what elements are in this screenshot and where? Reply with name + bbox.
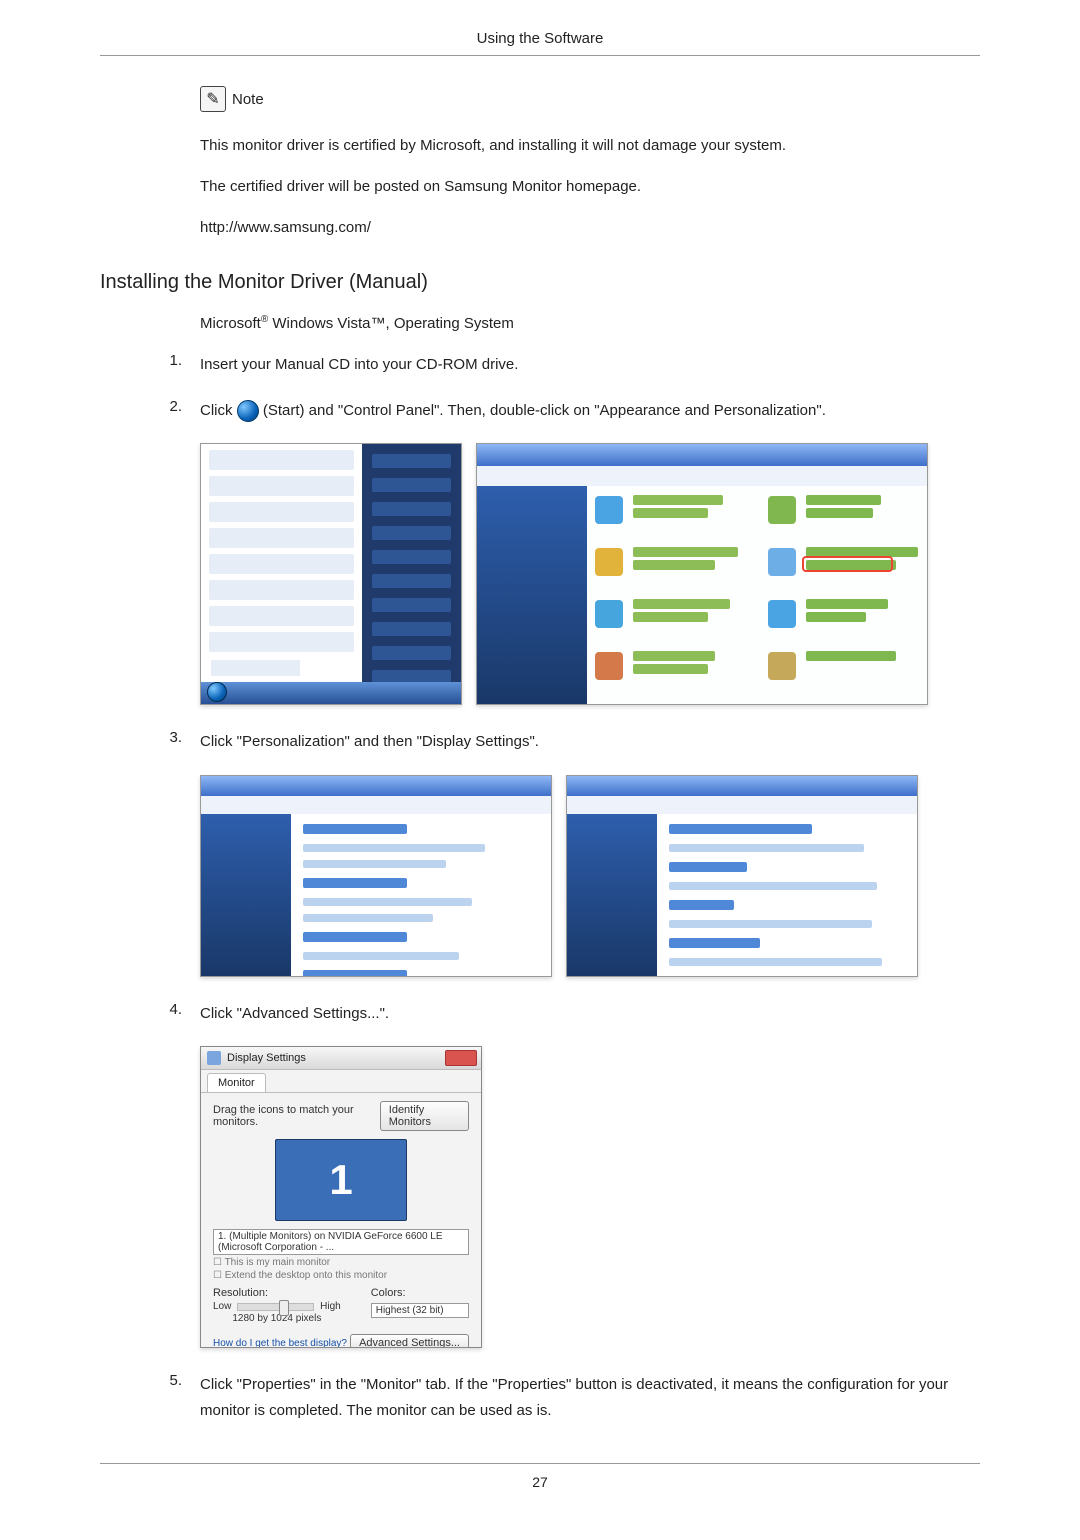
step-4-figures: Display Settings Monitor Drag the icons … — [200, 1046, 980, 1348]
advanced-settings-button[interactable]: Advanced Settings... — [350, 1334, 469, 1348]
tab-monitor[interactable]: Monitor — [207, 1073, 266, 1092]
figure-control-panel — [476, 443, 928, 705]
cp-category — [591, 596, 741, 642]
cp-category — [764, 648, 914, 694]
step-5-text: Click "Properties" in the "Monitor" tab.… — [200, 1372, 980, 1423]
colors-label: Colors: — [371, 1287, 469, 1299]
running-header: Using the Software — [100, 30, 980, 47]
figure-start-menu — [200, 443, 462, 705]
figure-appearance-personalization — [200, 775, 552, 977]
page-number: 27 — [100, 1474, 980, 1490]
slider-high: High — [320, 1301, 341, 1312]
note-line-3: http://www.samsung.com/ — [200, 214, 980, 241]
step-2-post: (Start) and "Control Panel". Then, doubl… — [263, 402, 826, 419]
note-icon: ✎ — [200, 86, 226, 112]
close-icon[interactable] — [445, 1050, 477, 1066]
note-body: This monitor driver is certified by Micr… — [200, 132, 980, 241]
cp-category — [764, 596, 914, 642]
resolution-value: 1280 by 1024 pixels — [213, 1313, 341, 1324]
section-heading: Installing the Monitor Driver (Manual) — [100, 271, 980, 294]
resolution-label: Resolution: — [213, 1287, 341, 1299]
cp-category-appearance — [764, 544, 914, 590]
step-2-pre: Click — [200, 402, 237, 419]
monitor-device-select[interactable]: 1. (Multiple Monitors) on NVIDIA GeForce… — [213, 1229, 469, 1255]
step-5-number: 5. — [160, 1372, 182, 1423]
footer-rule — [100, 1463, 980, 1464]
os-mid: Windows Vista™ — [268, 315, 385, 332]
note-label: Note — [232, 91, 264, 108]
step-2-figures — [200, 443, 980, 705]
cp-category — [591, 648, 741, 694]
cp-category — [591, 544, 741, 590]
step-3-figures — [200, 775, 980, 977]
note-block: ✎ Note — [200, 86, 980, 112]
figure-display-settings: Display Settings Monitor Drag the icons … — [200, 1046, 482, 1348]
colors-select[interactable]: Highest (32 bit) — [371, 1303, 469, 1318]
resolution-slider[interactable] — [237, 1303, 314, 1311]
note-line-2: The certified driver will be posted on S… — [200, 173, 980, 200]
drag-label: Drag the icons to match your monitors. — [213, 1104, 380, 1128]
display-settings-title: Display Settings — [227, 1052, 306, 1064]
step-3-text: Click "Personalization" and then "Displa… — [200, 729, 980, 755]
figure-personalization — [566, 775, 918, 977]
cp-category — [591, 492, 741, 538]
extend-desktop-checkbox[interactable]: ☐ Extend the desktop onto this monitor — [213, 1270, 469, 1281]
main-monitor-checkbox[interactable]: ☐ This is my main monitor — [213, 1257, 469, 1268]
best-display-link[interactable]: How do I get the best display? — [213, 1338, 347, 1349]
os-suffix: , Operating System — [385, 315, 513, 332]
step-1-text: Insert your Manual CD into your CD-ROM d… — [200, 352, 980, 378]
header-rule — [100, 55, 980, 56]
note-line-1: This monitor driver is certified by Micr… — [200, 132, 980, 159]
os-line: Microsoft® Windows Vista™, Operating Sys… — [200, 314, 980, 332]
start-orb-icon — [237, 400, 259, 422]
step-3-number: 3. — [160, 729, 182, 755]
os-prefix: Microsoft — [200, 315, 261, 332]
all-programs-item — [211, 660, 300, 676]
display-settings-icon — [207, 1051, 221, 1065]
step-4-text: Click "Advanced Settings...". — [200, 1001, 980, 1027]
step-1-number: 1. — [160, 352, 182, 378]
appearance-highlight — [804, 558, 891, 570]
step-4-number: 4. — [160, 1001, 182, 1027]
cp-category — [764, 492, 914, 538]
monitor-preview: 1 — [275, 1139, 407, 1221]
step-2-number: 2. — [160, 398, 182, 424]
taskbar-start-orb-icon — [207, 682, 227, 702]
identify-monitors-button[interactable]: Identify Monitors — [380, 1101, 469, 1131]
step-2-text: Click (Start) and "Control Panel". Then,… — [200, 398, 980, 424]
slider-low: Low — [213, 1301, 231, 1312]
